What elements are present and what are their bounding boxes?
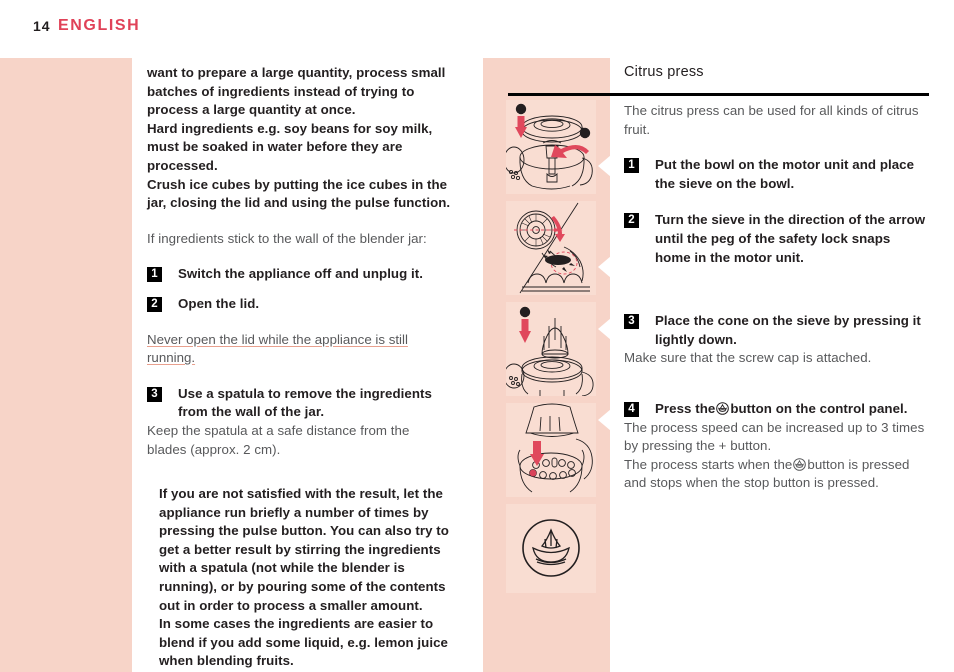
step-number-badge: 3 — [147, 386, 162, 402]
decorative-band-left — [0, 58, 132, 672]
citrus-step-row-4: 4 Press the button on the control panel. — [624, 400, 929, 419]
step-text: Place the cone on the sieve by pressing … — [655, 313, 921, 347]
step-text: Open the lid. — [178, 295, 260, 311]
illustration-turn-sieve-safety-lock — [506, 201, 596, 295]
step-text: Switch the appliance off and unplug it. — [178, 266, 423, 282]
step-row-1: 1 Switch the appliance off and unplug it… — [147, 265, 452, 284]
callout-notch-1 — [598, 155, 611, 177]
intro-paragraph-1: want to prepare a large quantity, proces… — [147, 65, 446, 118]
note-text-before: The process starts when the — [624, 456, 793, 472]
page-title: ENGLISH — [58, 17, 141, 34]
citrus-step-3-note: Make sure that the screw cap is attached… — [624, 350, 872, 366]
tip-paragraph-1: If you are not satisfied with the result… — [159, 486, 449, 613]
right-text-column: Citrus press The citrus press can be use… — [624, 64, 929, 493]
step-text: Use a spatula to remove the ingredients … — [178, 385, 432, 420]
citrus-press-icon — [716, 402, 730, 415]
step-number-badge: 1 — [624, 158, 639, 174]
step-text: Put the bowl on the motor unit and place… — [655, 157, 915, 191]
intro-paragraph-3: Crush ice cubes by putting the ice cubes… — [147, 176, 451, 211]
intro-paragraph-2: Hard ingredients e.g. soy beans for soy … — [147, 120, 433, 173]
step-text: Press the button on the control panel. — [655, 400, 908, 419]
citrus-step-row-2: 2 Turn the sieve in the direction of the… — [624, 211, 929, 267]
illustration-press-control-panel-button — [506, 403, 596, 497]
callout-notch-4 — [598, 409, 611, 431]
step-number-badge: 3 — [624, 314, 639, 330]
page-number: 14 — [33, 18, 51, 34]
lead-in-text: If ingredients stick to the wall of the … — [147, 230, 427, 246]
illustration-citrus-press-symbol — [506, 504, 596, 593]
citrus-press-heading: Citrus press — [624, 64, 704, 80]
citrus-step-row-1: 1 Put the bowl on the motor unit and pla… — [624, 156, 929, 193]
step-text-after: button on the control panel. — [730, 400, 908, 416]
step-3-note: Keep the spatula at a safe distance from… — [147, 422, 410, 457]
step-text: Turn the sieve in the direction of the a… — [655, 212, 926, 265]
citrus-step-row-3: 3 Place the cone on the sieve by pressin… — [624, 312, 929, 349]
step-number-badge: 1 — [147, 267, 162, 283]
citrus-step-4-note-2: The process starts when the button is pre… — [624, 456, 929, 493]
step-text-before: Press the — [655, 400, 716, 416]
illustration-bowl-on-motor-unit — [506, 100, 596, 194]
citrus-step-4-note-1: The process speed can be increased up to… — [624, 419, 925, 454]
step-number-badge: 4 — [624, 401, 639, 417]
illustration-place-cone-on-sieve — [506, 302, 596, 396]
step-number-badge: 2 — [147, 296, 162, 312]
citrus-intro-text: The citrus press can be used for all kin… — [624, 103, 919, 137]
citrus-press-icon — [793, 457, 807, 471]
page-header: 14 ENGLISH — [0, 0, 954, 58]
tip-paragraph-2: In some cases the ingredients are easier… — [159, 616, 448, 669]
callout-notch-3 — [598, 318, 611, 340]
step-number-badge: 2 — [624, 213, 639, 229]
step-row-3: 3 Use a spatula to remove the ingredient… — [147, 385, 452, 422]
step-row-2: 2 Open the lid. — [147, 295, 452, 314]
callout-notch-2 — [598, 256, 611, 278]
warning-text: Never open the lid while the appliance i… — [147, 331, 408, 366]
left-text-column: want to prepare a large quantity, proces… — [147, 64, 452, 671]
